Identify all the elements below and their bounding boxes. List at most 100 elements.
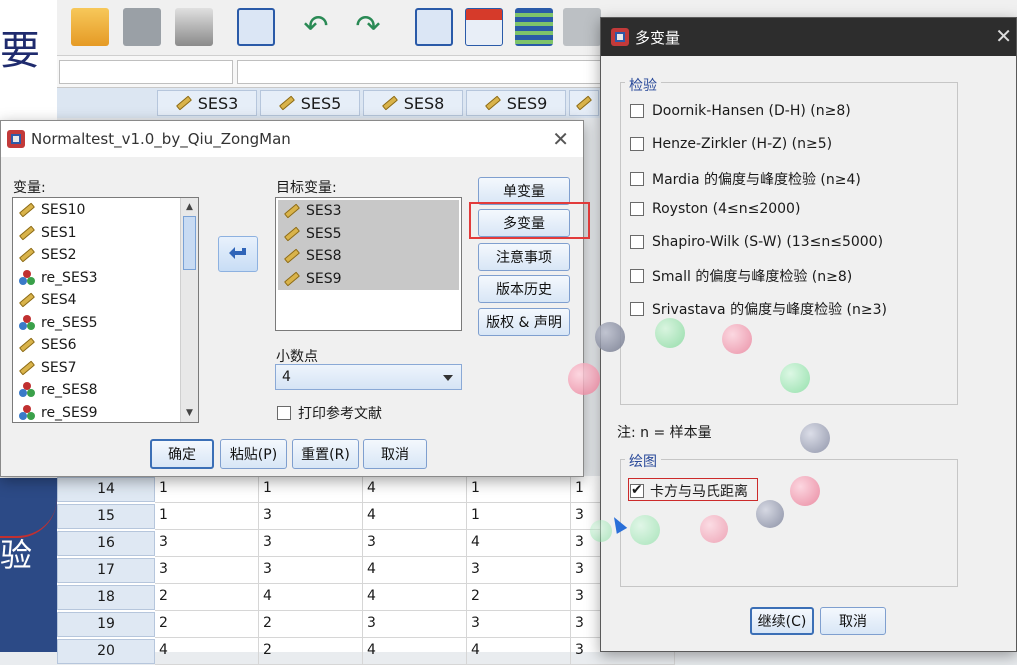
goto-case-icon[interactable]: [415, 8, 453, 46]
univariate-button[interactable]: 单变量: [478, 177, 570, 205]
column-header[interactable]: SES8: [363, 90, 463, 116]
highlight-box: [469, 202, 590, 239]
list-scrollbar[interactable]: ▲ ▼: [180, 198, 198, 422]
undo-icon[interactable]: ↶: [297, 8, 335, 46]
table-cell[interactable]: 1: [155, 476, 259, 503]
source-variable-list[interactable]: SES10 SES1 SES2 re_SES3 SES4 re_SES5 SES…: [12, 197, 199, 423]
cancel-button[interactable]: 取消: [363, 439, 427, 469]
table-cell[interactable]: 3: [155, 557, 259, 584]
row-number[interactable]: 19: [57, 612, 155, 637]
split-icon[interactable]: [563, 8, 601, 46]
notes-button[interactable]: 注意事项: [478, 243, 570, 271]
table-cell[interactable]: 3: [363, 530, 467, 557]
table-cell[interactable]: 3: [363, 611, 467, 638]
column-header[interactable]: [569, 90, 599, 116]
list-item[interactable]: re_SES9: [13, 402, 198, 425]
insert-case-icon[interactable]: [465, 8, 503, 46]
table-cell[interactable]: 4: [467, 530, 571, 557]
row-number[interactable]: 17: [57, 558, 155, 583]
list-item[interactable]: SES1: [13, 222, 198, 245]
table-cell[interactable]: 2: [155, 584, 259, 611]
test-option[interactable]: Henze-Zirkler (H-Z) (n≥5): [630, 136, 832, 152]
table-cell[interactable]: 3: [259, 503, 363, 530]
table-cell[interactable]: 2: [259, 611, 363, 638]
scroll-thumb[interactable]: [183, 216, 196, 270]
cancel-button[interactable]: 取消: [820, 607, 886, 635]
paste-button[interactable]: 粘贴(P): [220, 439, 287, 469]
row-number[interactable]: 14: [57, 477, 155, 502]
table-cell[interactable]: 4: [363, 584, 467, 611]
test-checkbox[interactable]: [630, 202, 644, 216]
list-item[interactable]: SES2: [13, 244, 198, 267]
test-checkbox[interactable]: [630, 302, 644, 316]
test-option[interactable]: Srivastava 的偏度与峰度检验 (n≥3): [630, 299, 887, 319]
row-number[interactable]: 16: [57, 531, 155, 556]
list-item[interactable]: re_SES3: [13, 267, 198, 290]
test-checkbox[interactable]: [630, 172, 644, 186]
open-folder-icon[interactable]: [71, 8, 109, 46]
test-checkbox[interactable]: [630, 104, 644, 118]
table-cell[interactable]: 1: [467, 503, 571, 530]
test-option[interactable]: Small 的偏度与峰度检验 (n≥8): [630, 266, 852, 286]
list-item[interactable]: re_SES8: [13, 379, 198, 402]
column-header[interactable]: SES9: [466, 90, 566, 116]
table-cell[interactable]: 3: [155, 530, 259, 557]
redo-icon[interactable]: ↷: [349, 8, 387, 46]
save-icon[interactable]: [123, 8, 161, 46]
list-item[interactable]: SES5: [278, 222, 459, 245]
test-option[interactable]: Mardia 的偏度与峰度检验 (n≥4): [630, 169, 861, 189]
print-icon[interactable]: [175, 8, 213, 46]
close-icon[interactable]: ✕: [552, 127, 569, 151]
test-option[interactable]: Royston (4≤n≤2000): [630, 201, 800, 217]
recall-dialog-icon[interactable]: [237, 8, 275, 46]
print-refs-checkbox[interactable]: [277, 406, 291, 420]
table-cell[interactable]: 4: [363, 476, 467, 503]
table-cell[interactable]: 3: [467, 611, 571, 638]
list-item[interactable]: SES7: [13, 357, 198, 380]
variables-icon[interactable]: [515, 8, 553, 46]
test-option[interactable]: Doornik-Hansen (D-H) (n≥8): [630, 103, 851, 119]
target-variable-list[interactable]: SES3 SES5 SES8 SES9: [275, 197, 462, 331]
test-checkbox[interactable]: [630, 137, 644, 151]
column-header[interactable]: SES3: [157, 90, 257, 116]
list-item[interactable]: SES8: [278, 245, 459, 268]
close-icon[interactable]: ✕: [995, 24, 1012, 48]
scroll-down-icon[interactable]: ▼: [183, 406, 196, 420]
decimals-select[interactable]: 4: [275, 364, 462, 390]
scroll-up-icon[interactable]: ▲: [183, 200, 196, 214]
continue-button[interactable]: 继续(C): [750, 607, 814, 635]
test-checkbox[interactable]: [630, 235, 644, 249]
table-cell[interactable]: 4: [259, 584, 363, 611]
list-item[interactable]: SES10: [13, 199, 198, 222]
cell-reference-field[interactable]: [59, 60, 233, 84]
table-cell[interactable]: 1: [155, 503, 259, 530]
copyright-button[interactable]: 版权 & 声明: [478, 308, 570, 336]
list-item[interactable]: re_SES5: [13, 312, 198, 335]
print-refs-option[interactable]: 打印参考文献: [277, 403, 382, 423]
table-cell[interactable]: 4: [363, 557, 467, 584]
table-cell[interactable]: 2: [467, 584, 571, 611]
list-item[interactable]: SES3: [278, 200, 459, 223]
list-item[interactable]: SES6: [13, 334, 198, 357]
version-history-button[interactable]: 版本历史: [478, 275, 570, 303]
scale-icon: [175, 95, 192, 111]
table-cell[interactable]: 3: [467, 557, 571, 584]
list-item[interactable]: SES4: [13, 289, 198, 312]
ok-button[interactable]: 确定: [150, 439, 214, 469]
table-cell[interactable]: 1: [467, 476, 571, 503]
test-checkbox[interactable]: [630, 269, 644, 283]
scale-icon: [18, 360, 36, 376]
test-option[interactable]: Shapiro-Wilk (S-W) (13≤n≤5000): [630, 234, 883, 250]
table-cell[interactable]: 2: [155, 611, 259, 638]
row-number[interactable]: 18: [57, 585, 155, 610]
table-cell[interactable]: 3: [259, 530, 363, 557]
column-header[interactable]: SES5: [260, 90, 360, 116]
list-item[interactable]: SES9: [278, 267, 459, 290]
chevron-down-icon: [443, 375, 453, 381]
move-variable-button[interactable]: [218, 236, 258, 272]
table-cell[interactable]: 1: [259, 476, 363, 503]
row-number[interactable]: 15: [57, 504, 155, 529]
reset-button[interactable]: 重置(R): [292, 439, 359, 469]
table-cell[interactable]: 4: [363, 503, 467, 530]
table-cell[interactable]: 3: [259, 557, 363, 584]
